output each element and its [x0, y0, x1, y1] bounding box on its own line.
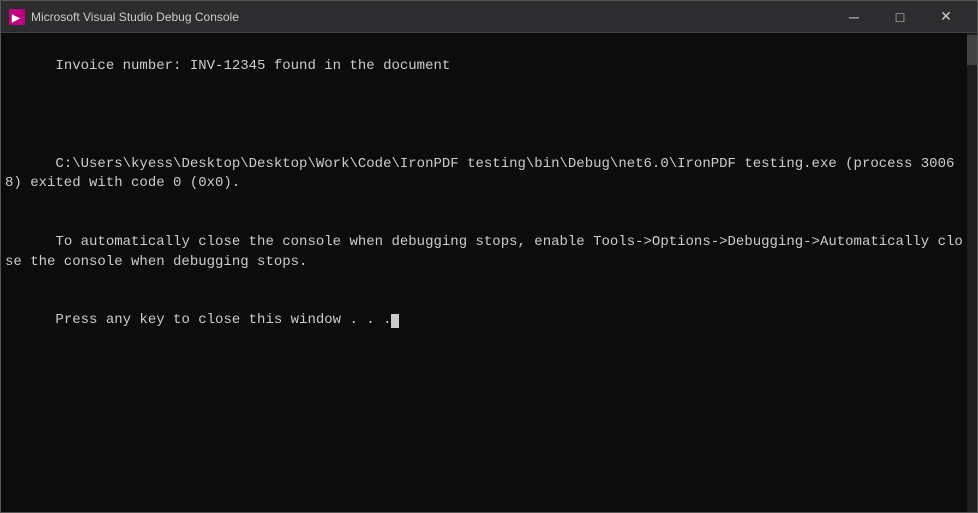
console-line-5: Press any key to close this window . . .	[55, 312, 391, 328]
window: ▶ Microsoft Visual Studio Debug Console …	[0, 0, 978, 513]
console-line-1: Invoice number: INV-12345 found in the d…	[55, 58, 450, 74]
close-button[interactable]: ✕	[923, 1, 969, 33]
console-area: Invoice number: INV-12345 found in the d…	[1, 33, 977, 512]
scrollbar-thumb[interactable]	[967, 35, 977, 65]
maximize-button[interactable]: □	[877, 1, 923, 33]
app-icon: ▶	[9, 9, 25, 25]
cursor	[391, 314, 399, 328]
window-title: Microsoft Visual Studio Debug Console	[31, 10, 831, 24]
console-line-3: C:\Users\kyess\Desktop\Desktop\Work\Code…	[5, 156, 954, 192]
console-line-4: To automatically close the console when …	[5, 234, 963, 270]
title-bar: ▶ Microsoft Visual Studio Debug Console …	[1, 1, 977, 33]
scrollbar[interactable]	[967, 33, 977, 512]
console-output: Invoice number: INV-12345 found in the d…	[1, 33, 967, 512]
minimize-button[interactable]: ─	[831, 1, 877, 33]
window-controls: ─ □ ✕	[831, 1, 969, 33]
svg-text:▶: ▶	[11, 13, 21, 24]
